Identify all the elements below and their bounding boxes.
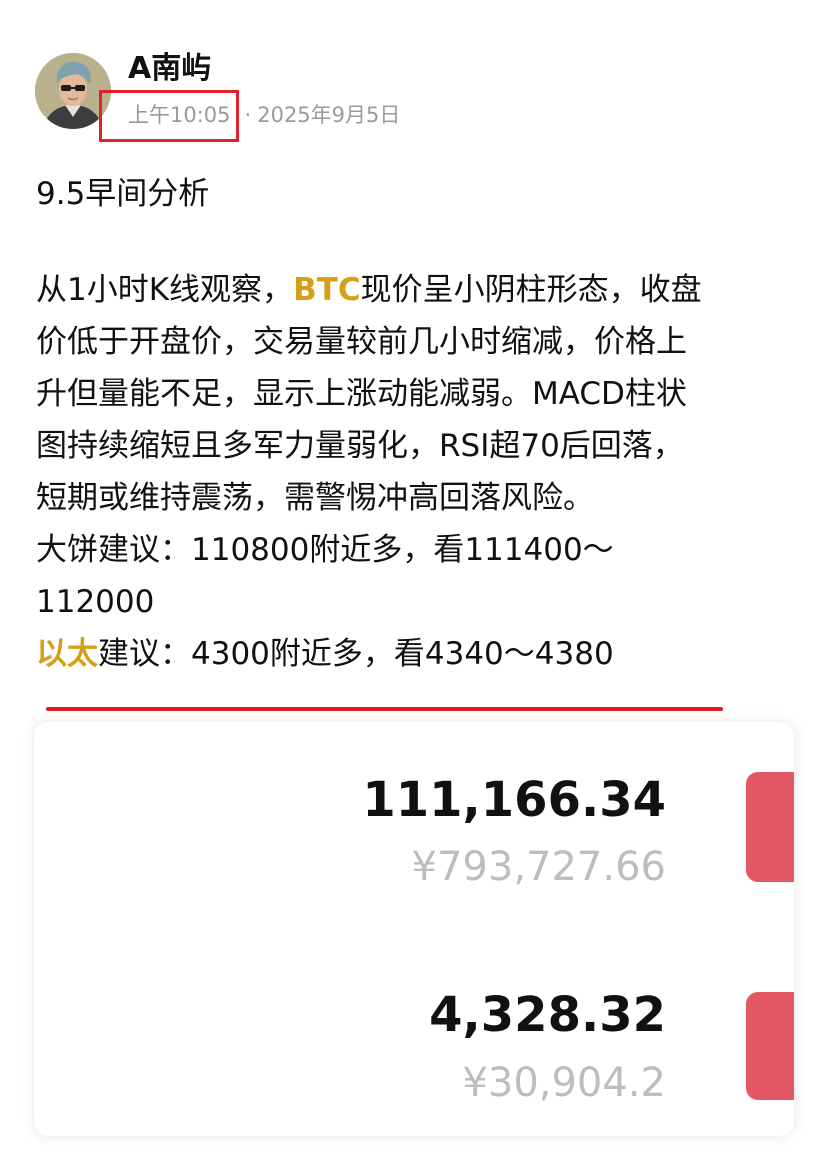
post-line: 短期或维持震荡，需警惕冲高回落风险。 bbox=[36, 480, 594, 516]
btc-trade-button[interactable] bbox=[746, 772, 794, 882]
time-highlight-annotation bbox=[99, 90, 239, 142]
btc-tag[interactable]: BTC bbox=[293, 272, 361, 308]
eth-price-cny: ¥30,904.2 bbox=[462, 1060, 666, 1106]
price-card[interactable]: 111,166.34 ¥793,727.66 4,328.32 ¥30,904.… bbox=[34, 722, 794, 1136]
post-line: 升但量能不足，显示上涨动能减弱。MACD柱状 bbox=[36, 376, 687, 412]
post-text: 从1小时K线观察， bbox=[36, 272, 294, 308]
btc-price-cny: ¥793,727.66 bbox=[411, 844, 666, 890]
post-title: 9.5早间分析 bbox=[36, 176, 210, 212]
post-date: 2025年9月5日 bbox=[257, 103, 401, 127]
eth-price: 4,328.32 bbox=[429, 987, 666, 1043]
author-name[interactable]: A南屿 bbox=[128, 50, 211, 88]
post-line: 从1小时K线观察，BTC现价呈小阴柱形态，收盘 bbox=[36, 264, 806, 316]
btc-price: 111,166.34 bbox=[362, 772, 666, 828]
eth-trade-button[interactable] bbox=[746, 992, 794, 1100]
post-line: 大饼建议：110800附近多，看111400～ bbox=[36, 532, 614, 568]
red-underline-annotation bbox=[46, 707, 723, 711]
post-body: 从1小时K线观察，BTC现价呈小阴柱形态，收盘 价低于开盘价，交易量较前几小时缩… bbox=[36, 264, 806, 680]
meta-separator: · bbox=[244, 103, 252, 127]
post-line: 以太建议：4300附近多，看4340～4380 bbox=[36, 628, 806, 680]
post-line: 112000 bbox=[36, 584, 155, 620]
post-text: 建议：4300附近多，看4340～4380 bbox=[98, 636, 614, 672]
post-line: 图持续缩短且多军力量弱化，RSI超70后回落， bbox=[36, 428, 684, 464]
post-text: 现价呈小阴柱形态，收盘 bbox=[360, 272, 702, 308]
eth-tag[interactable]: 以太 bbox=[36, 636, 98, 672]
post-line: 价低于开盘价，交易量较前几小时缩减，价格上 bbox=[36, 324, 687, 360]
